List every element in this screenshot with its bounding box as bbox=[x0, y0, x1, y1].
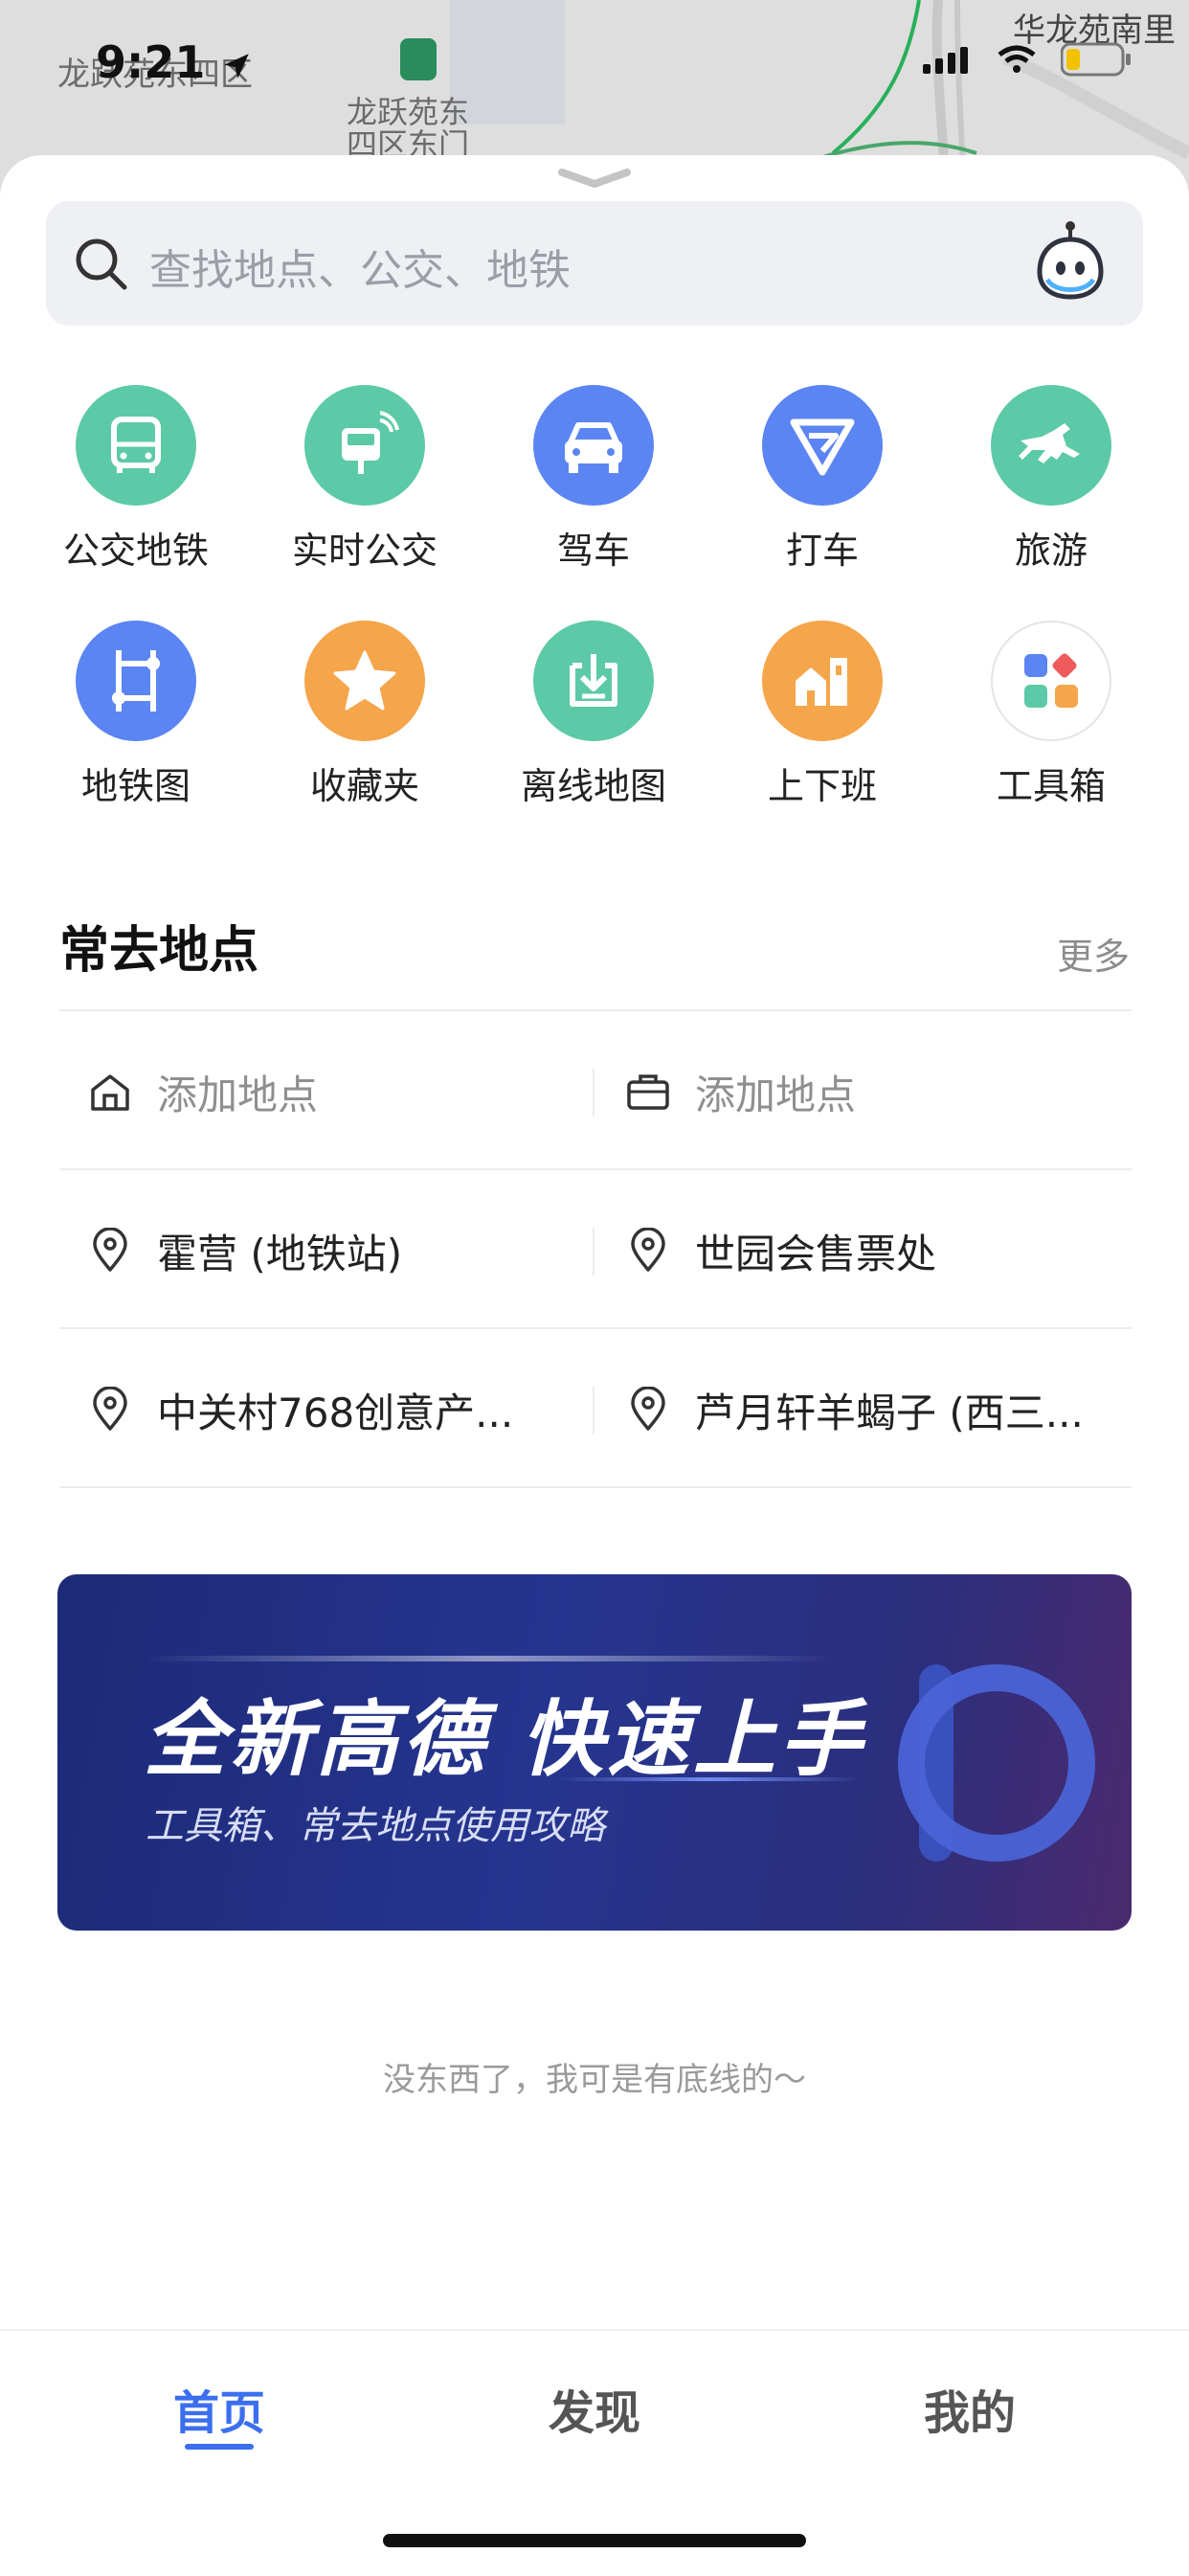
download-icon bbox=[533, 621, 654, 741]
location-pin-icon bbox=[626, 1387, 670, 1432]
place-label: 添加地点 bbox=[157, 1071, 319, 1119]
battery-icon bbox=[1061, 42, 1131, 77]
tab-home[interactable]: 首页 bbox=[76, 2375, 363, 2442]
banner-subtitle: 工具箱、常去地点使用攻略 bbox=[146, 1804, 605, 1848]
commute-home-icon bbox=[762, 621, 883, 741]
place-label: 中关村768创意产... bbox=[157, 1389, 514, 1436]
search-bar[interactable]: 查找地点、公交、地铁 bbox=[46, 201, 1143, 326]
tab-mine[interactable]: 我的 bbox=[826, 2375, 1113, 2442]
quick-action-label: 公交地铁 bbox=[62, 530, 209, 572]
divider bbox=[59, 1168, 1132, 1170]
quick-action-label: 离线地图 bbox=[520, 765, 666, 807]
quick-action-label: 收藏夹 bbox=[309, 765, 419, 807]
banner-decoration bbox=[144, 1656, 833, 1661]
place-item[interactable]: 霍营 (地铁站) bbox=[88, 1212, 402, 1289]
tab-discover[interactable]: 发现 bbox=[451, 2375, 738, 2442]
bus-icon bbox=[76, 385, 196, 506]
quick-action-label: 旅游 bbox=[1014, 530, 1088, 572]
end-of-list-note: 没东西了，我可是有底线的～ bbox=[383, 2061, 806, 2099]
status-time: 9:21 bbox=[96, 36, 253, 88]
banner-decoration bbox=[898, 1664, 1095, 1862]
location-pin-icon bbox=[88, 1387, 132, 1432]
place-label: 霍营 (地铁站) bbox=[157, 1230, 403, 1277]
home-icon bbox=[88, 1070, 132, 1114]
search-placeholder: 查找地点、公交、地铁 bbox=[149, 246, 571, 295]
toolbox-icon bbox=[991, 621, 1111, 741]
home-indicator[interactable] bbox=[383, 2534, 806, 2547]
place-label: 世园会售票处 bbox=[695, 1230, 937, 1277]
quick-action-drive[interactable]: 驾车 bbox=[498, 385, 689, 574]
horse-icon bbox=[991, 385, 1111, 506]
quick-action-travel[interactable]: 旅游 bbox=[955, 385, 1147, 574]
map-label: 龙跃苑东四区东门 bbox=[347, 94, 470, 163]
quick-action-taxi[interactable]: 打车 bbox=[727, 385, 918, 574]
quick-action-favorites[interactable]: 收藏夹 bbox=[269, 621, 460, 809]
realtime-bus-icon bbox=[304, 385, 425, 506]
location-pin-icon bbox=[88, 1228, 132, 1273]
signal-icon bbox=[923, 47, 968, 74]
quick-action-offline-map[interactable]: 离线地图 bbox=[498, 621, 689, 809]
quick-action-bus-subway[interactable]: 公交地铁 bbox=[40, 385, 232, 574]
star-icon bbox=[304, 621, 425, 741]
divider bbox=[593, 1069, 594, 1117]
divider bbox=[59, 1327, 1132, 1329]
add-work-place[interactable]: 添加地点 bbox=[626, 1053, 856, 1130]
assistant-robot-icon[interactable] bbox=[1026, 218, 1114, 306]
place-item[interactable]: 芦月轩羊蝎子 (西三... bbox=[626, 1371, 1084, 1448]
car-icon bbox=[533, 385, 654, 506]
quick-action-label: 地铁图 bbox=[80, 765, 191, 807]
quick-action-subway-map[interactable]: 地铁图 bbox=[40, 621, 232, 809]
wifi-icon bbox=[998, 45, 1036, 73]
quick-action-toolbox[interactable]: 工具箱 bbox=[955, 621, 1147, 809]
place-item[interactable]: 世园会售票处 bbox=[626, 1212, 936, 1289]
place-label: 芦月轩羊蝎子 (西三... bbox=[695, 1389, 1084, 1436]
divider bbox=[59, 1486, 1132, 1488]
location-arrow-icon bbox=[224, 53, 250, 79]
divider bbox=[593, 1228, 594, 1276]
more-link[interactable]: 更多 bbox=[1057, 927, 1130, 980]
quick-action-commute[interactable]: 上下班 bbox=[727, 621, 918, 809]
quick-action-label: 打车 bbox=[785, 530, 859, 572]
divider bbox=[59, 1009, 1132, 1011]
briefcase-icon bbox=[626, 1070, 670, 1114]
promo-banner[interactable]: 全新高德 快速上手 工具箱、常去地点使用攻略 bbox=[57, 1574, 1132, 1931]
quick-action-label: 实时公交 bbox=[291, 530, 437, 572]
divider bbox=[593, 1387, 594, 1435]
status-icons bbox=[923, 42, 1132, 77]
frequent-places-title: 常去地点 bbox=[59, 922, 259, 980]
quick-action-realtime-bus[interactable]: 实时公交 bbox=[269, 385, 460, 574]
place-item[interactable]: 中关村768创意产... bbox=[88, 1371, 513, 1448]
active-tab-indicator bbox=[185, 2444, 254, 2450]
search-icon bbox=[76, 238, 127, 290]
subway-map-icon bbox=[76, 621, 196, 741]
taxi-icon bbox=[762, 385, 883, 506]
quick-action-label: 驾车 bbox=[556, 530, 630, 572]
banner-title: 全新高德 快速上手 bbox=[144, 1692, 865, 1788]
quick-action-label: 工具箱 bbox=[996, 765, 1106, 807]
place-label: 添加地点 bbox=[695, 1071, 857, 1119]
quick-action-label: 上下班 bbox=[767, 765, 877, 807]
sheet-handle[interactable] bbox=[556, 165, 633, 190]
location-pin-icon bbox=[626, 1228, 670, 1273]
add-home-place[interactable]: 添加地点 bbox=[88, 1053, 318, 1130]
